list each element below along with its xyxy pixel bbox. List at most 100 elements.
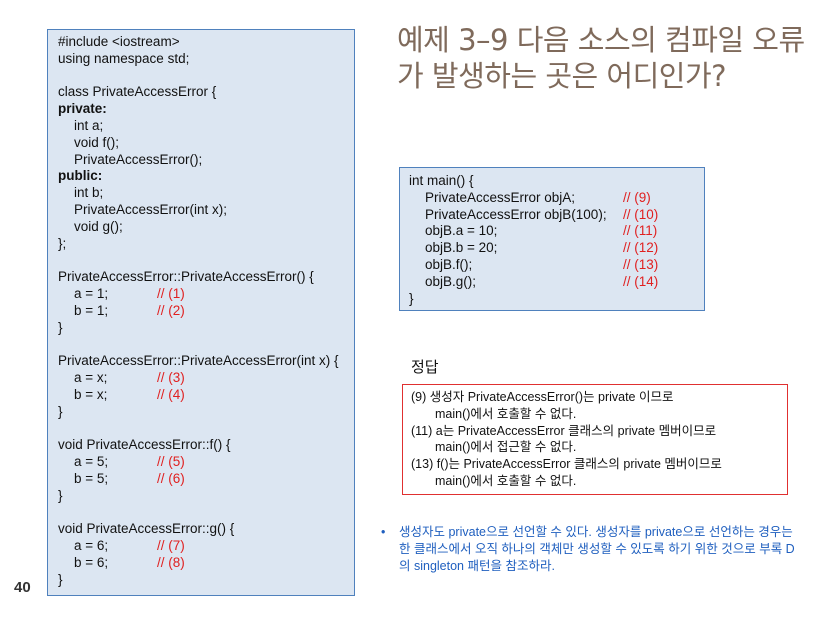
code-comment: // (4): [157, 386, 185, 402]
code-text: }: [58, 319, 63, 335]
code-text: }: [58, 571, 63, 587]
code-line: PrivateAccessError(int x);: [58, 202, 354, 219]
code-comment: // (14): [623, 273, 659, 289]
code-line: int a;: [58, 118, 354, 135]
code-line: int main() {: [409, 173, 704, 190]
code-line: a = 5; // (5): [58, 454, 354, 471]
code-comment: // (11): [623, 223, 658, 239]
code-text: b = 6;: [74, 554, 109, 570]
code-text: PrivateAccessError::PrivateAccessError(i…: [58, 353, 339, 369]
code-line: using namespace std;: [58, 51, 354, 68]
code-line: void g();: [58, 219, 354, 236]
code-line: objB.a = 10; // (11): [409, 223, 704, 240]
answer-line: main()에서 호출할 수 없다.: [435, 406, 577, 421]
code-line: }: [58, 320, 354, 337]
code-text: private:: [58, 101, 107, 117]
code-line: a = 6; // (7): [58, 538, 354, 555]
bullet-icon: •: [381, 525, 386, 539]
code-comment: // (7): [157, 537, 185, 553]
code-text: int b;: [74, 185, 104, 201]
code-text: b = 5;: [74, 470, 109, 486]
main-code-box: int main() { PrivateAccessError objA; // (…: [399, 167, 705, 311]
code-text: a = 5;: [74, 453, 109, 469]
code-line: b = 6; // (8): [58, 555, 354, 572]
code-comment: // (6): [157, 470, 185, 486]
code-text: a = 1;: [74, 285, 109, 301]
code-line: public:: [58, 168, 354, 185]
code-line: void PrivateAccessError::g() {: [58, 521, 354, 538]
code-text: PrivateAccessError(int x);: [74, 201, 228, 217]
code-line: a = 1; // (1): [58, 286, 354, 303]
code-line: void f();: [58, 135, 354, 152]
slide-title: 예제 3–9 다음 소스의 컴파일 오류가 발생하는 곳은 어디인가?: [397, 23, 805, 93]
code-line: }: [58, 572, 354, 589]
code-line: b = 5; // (6): [58, 471, 354, 488]
code-text: a = 6;: [74, 537, 109, 553]
code-text: int main() {: [409, 173, 474, 188]
code-text: PrivateAccessError();: [74, 151, 203, 167]
code-text: b = 1;: [74, 302, 109, 318]
answer-heading: 정답: [411, 358, 439, 376]
code-line: objB.f(); // (13): [409, 257, 704, 274]
code-text: }: [409, 290, 414, 306]
code-comment: // (5): [157, 453, 185, 469]
note-text: 생성자도 private으로 선언할 수 있다. 생성자를 private으로 …: [399, 525, 795, 573]
code-text: objB.g();: [425, 273, 477, 289]
code-comment: // (12): [623, 240, 659, 256]
code-line: b = x; // (4): [58, 387, 354, 404]
code-text: #include <iostream>: [58, 34, 180, 49]
code-line: #include <iostream>: [58, 34, 354, 51]
code-text: objB.a = 10;: [425, 223, 498, 239]
code-comment: // (3): [157, 369, 185, 385]
code-line: class PrivateAccessError {: [58, 84, 354, 101]
code-text: void PrivateAccessError::f() {: [58, 437, 231, 453]
code-line: }: [58, 404, 354, 421]
code-comment: // (8): [157, 554, 185, 570]
answer-line: main()에서 호출할 수 없다.: [435, 473, 577, 488]
code-line: }: [58, 488, 354, 505]
code-line: PrivateAccessError();: [58, 152, 354, 169]
code-line: PrivateAccessError::PrivateAccessError(i…: [58, 353, 354, 370]
code-text: class PrivateAccessError {: [58, 84, 217, 100]
code-line: int b;: [58, 185, 354, 202]
code-line: objB.b = 20; // (12): [409, 240, 704, 257]
answer-box: (9) 생성자 PrivateAccessError()는 private 이므…: [402, 384, 788, 495]
answer-line: main()에서 접근할 수 없다.: [435, 440, 577, 455]
code-line: PrivateAccessError objA; // (9): [409, 190, 704, 207]
code-text: }: [58, 487, 63, 503]
code-text: public:: [58, 168, 103, 184]
code-comment: // (1): [157, 285, 185, 301]
code-text: void PrivateAccessError::g() {: [58, 521, 235, 537]
code-text: a = x;: [74, 369, 108, 385]
code-text: PrivateAccessError objB(100);: [425, 206, 607, 222]
code-text: void g();: [74, 218, 123, 234]
code-line: }: [409, 291, 704, 308]
code-line: PrivateAccessError::PrivateAccessError()…: [58, 269, 354, 286]
code-text: objB.b = 20;: [425, 240, 498, 256]
code-line: a = x; // (3): [58, 370, 354, 387]
class-code-box: #include <iostream> using namespace std; c…: [47, 29, 355, 596]
code-text: objB.f();: [425, 256, 473, 272]
code-text: void f();: [74, 134, 120, 150]
answer-line: (11) a는 PrivateAccessError 클래스의 private …: [411, 423, 717, 438]
answer-line: (13) f()는 PrivateAccessError 클래스의 privat…: [411, 457, 722, 472]
code-text: }: [58, 403, 63, 419]
code-line: b = 1; // (2): [58, 303, 354, 320]
code-comment: // (9): [623, 189, 651, 205]
code-text: };: [58, 235, 67, 251]
code-line: private:: [58, 101, 354, 118]
code-text: int a;: [74, 117, 104, 133]
code-text: PrivateAccessError::PrivateAccessError()…: [58, 269, 314, 285]
note-bullet: • 생성자도 private으로 선언할 수 있다. 생성자를 private으…: [381, 524, 801, 575]
code-text: b = x;: [74, 386, 108, 402]
code-line: };: [58, 236, 354, 253]
answer-line: (9) 생성자 PrivateAccessError()는 private 이므…: [411, 390, 674, 404]
code-text: using namespace std;: [58, 50, 190, 66]
code-line: void PrivateAccessError::f() {: [58, 437, 354, 454]
page-number: 40: [14, 579, 31, 596]
